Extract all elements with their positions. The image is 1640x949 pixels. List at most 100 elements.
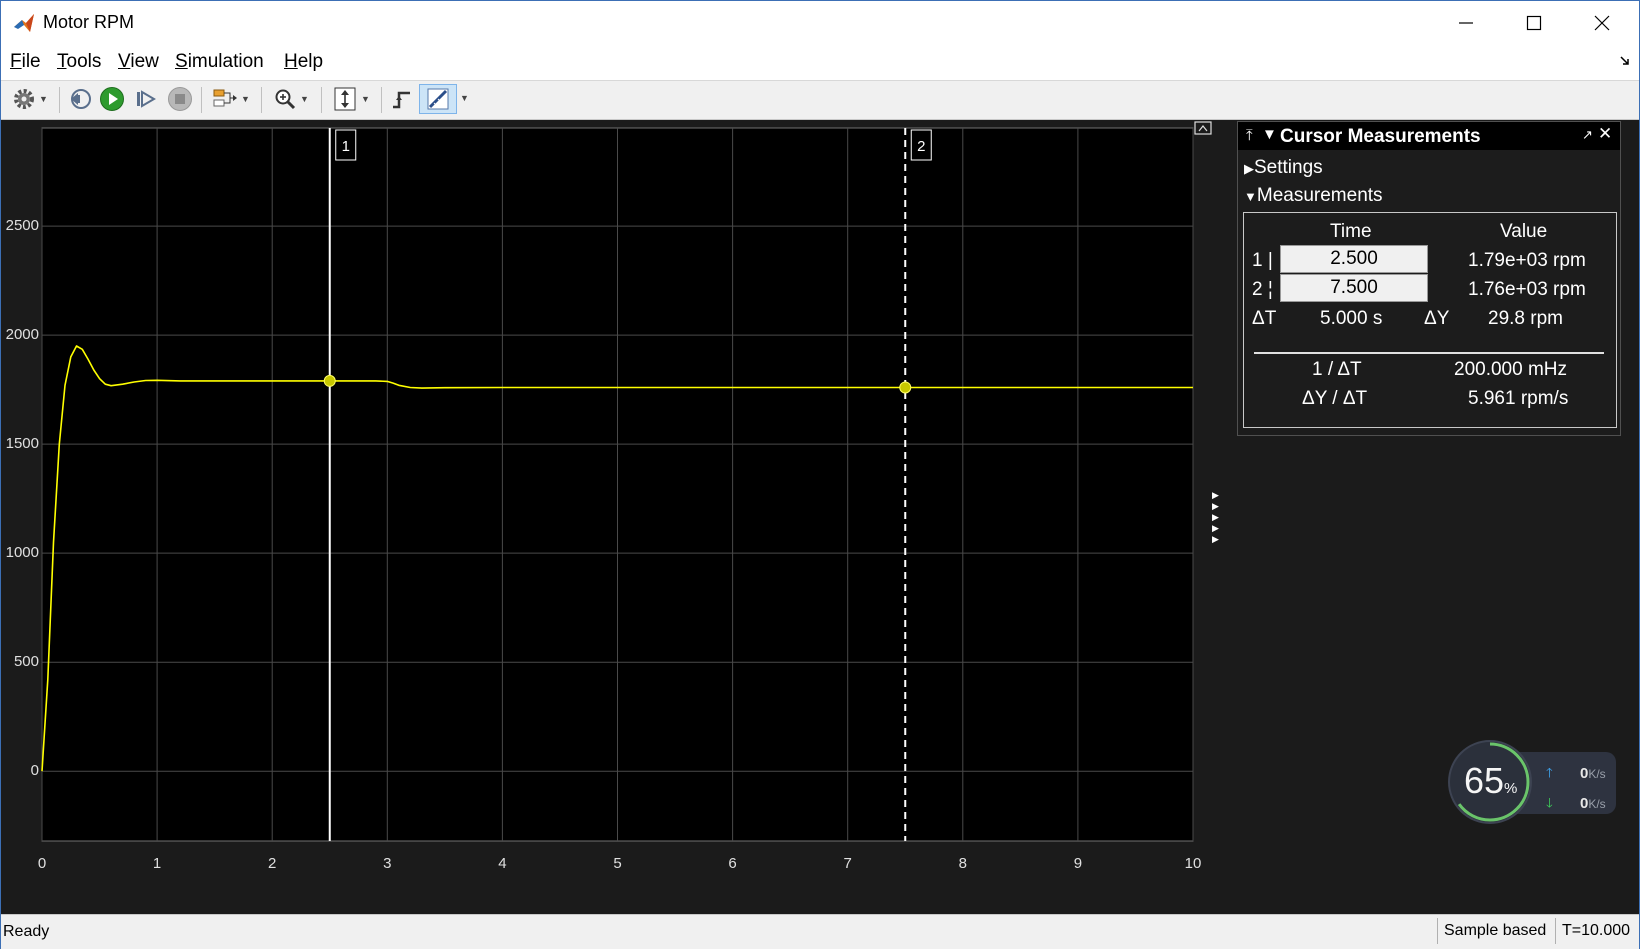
delta-t-label: ΔT bbox=[1252, 308, 1277, 329]
y-tick-label: 0 bbox=[30, 762, 39, 780]
y-tick-label: 2000 bbox=[5, 326, 39, 344]
dropdown-arrow-icon: ▼ bbox=[300, 94, 309, 104]
zoom-button[interactable]: ▼ bbox=[267, 84, 315, 114]
plot-expand-icon bbox=[1194, 121, 1212, 135]
panel-collapse-handle[interactable]: ▶ ▶ ▶ ▶ ▶ bbox=[1212, 490, 1219, 545]
cursor1-time-field[interactable]: 2.500 bbox=[1280, 245, 1428, 273]
network-speed-widget[interactable]: 65% 🡑 0K/s 🡓 0K/s bbox=[1448, 740, 1618, 826]
slope-value: 5.961 rpm/s bbox=[1468, 388, 1569, 409]
stop-button[interactable] bbox=[165, 84, 195, 114]
cursor2-value: 1.76e+03 rpm bbox=[1468, 279, 1586, 300]
undock-icon[interactable]: ↗ bbox=[1582, 127, 1593, 143]
expand-arrow-icon: ▶ bbox=[1244, 161, 1254, 176]
status-text: Ready bbox=[3, 923, 50, 940]
download-speed: 0K/s bbox=[1580, 795, 1606, 812]
settings-section[interactable]: ▶Settings bbox=[1244, 157, 1323, 179]
settings-button[interactable]: ▼ bbox=[7, 84, 53, 114]
step-forward-icon bbox=[137, 90, 156, 108]
collapse-arrow-icon: ▼ bbox=[1244, 189, 1257, 204]
step-forward-button[interactable] bbox=[131, 84, 161, 114]
scope-window: Motor RPM File Tools View Simulation Hel… bbox=[0, 0, 1640, 949]
x-tick-label: 5 bbox=[613, 855, 622, 872]
menu-simulation[interactable]: Simulation bbox=[175, 51, 264, 73]
autoscale-icon bbox=[334, 87, 356, 111]
delta-t-value: 5.000 s bbox=[1320, 308, 1383, 329]
col-time-header: Time bbox=[1330, 221, 1372, 242]
maximize-button[interactable] bbox=[1505, 1, 1563, 45]
dropdown-arrow-icon: ▼ bbox=[361, 94, 370, 104]
y-tick-label: 500 bbox=[13, 653, 39, 671]
cursor1-value: 1.79e+03 rpm bbox=[1468, 250, 1586, 271]
x-tick-label: 7 bbox=[843, 855, 852, 872]
close-icon[interactable]: ✕ bbox=[1598, 124, 1612, 144]
toolbar-separator bbox=[321, 87, 322, 113]
x-tick-label: 3 bbox=[383, 855, 392, 872]
maximize-icon bbox=[1526, 15, 1542, 31]
x-tick-label: 6 bbox=[728, 855, 737, 872]
menu-help[interactable]: Help bbox=[284, 51, 323, 73]
collapse-arrow-icon[interactable]: ▼ bbox=[1262, 126, 1277, 143]
measurements-section[interactable]: ▼Measurements bbox=[1244, 185, 1383, 207]
minimize-button[interactable] bbox=[1437, 1, 1495, 45]
cursor-measurements-button[interactable] bbox=[419, 84, 457, 114]
dropdown-arrow-icon[interactable]: ▼ bbox=[460, 93, 469, 103]
cursor2-label: 2 ¦ bbox=[1252, 279, 1273, 300]
undock-arrow-icon[interactable] bbox=[1619, 55, 1631, 67]
signal-selection-button[interactable]: ▼ bbox=[207, 84, 255, 114]
x-tick-label: 2 bbox=[268, 855, 277, 872]
menu-bar: File Tools View Simulation Help bbox=[1, 46, 1639, 79]
minimize-icon bbox=[1459, 22, 1473, 24]
x-tick-label: 8 bbox=[958, 855, 967, 872]
plot-expand-icon-arrow bbox=[1198, 125, 1208, 132]
cursor1-label: 1 | bbox=[1252, 250, 1273, 271]
measurements-table: Time Value 1 | 2.500 1.79e+03 rpm 2 ¦ 7.… bbox=[1243, 212, 1617, 428]
upload-arrow-icon: 🡑 bbox=[1546, 765, 1553, 780]
measurements-divider bbox=[1254, 352, 1604, 354]
play-icon bbox=[100, 87, 124, 111]
cursor-1-label: 1 bbox=[342, 138, 350, 155]
triggers-button[interactable] bbox=[387, 84, 417, 114]
dropdown-arrow-icon: ▼ bbox=[241, 94, 250, 104]
run-button[interactable] bbox=[97, 84, 127, 114]
x-tick-label: 1 bbox=[152, 855, 162, 872]
gear-icon bbox=[14, 89, 35, 109]
panel-header: ⤒ ▼ Cursor Measurements ↗ ✕ bbox=[1238, 122, 1620, 150]
slope-label: ΔY / ΔT bbox=[1302, 388, 1368, 409]
col-value-header: Value bbox=[1500, 221, 1548, 242]
toolbar-separator bbox=[261, 87, 262, 113]
menu-tools[interactable]: Tools bbox=[57, 51, 101, 73]
cursor2-time-field[interactable]: 7.500 bbox=[1280, 274, 1428, 302]
x-tick-label: 4 bbox=[498, 855, 507, 872]
step-back-icon bbox=[71, 89, 91, 109]
scope-display: 12 0 500 1000 1500 2000 2500 0 1 2 3 4 5 6 7 8 9 10 ▶ ▶ ▶… bbox=[1, 120, 1639, 914]
upload-speed: 0K/s bbox=[1580, 765, 1606, 782]
title-bar: Motor RPM bbox=[1, 1, 1639, 45]
x-tick-label: 10 bbox=[1184, 855, 1202, 872]
ruler-icon bbox=[427, 88, 449, 110]
cursor-1-marker bbox=[323, 374, 336, 387]
close-button[interactable] bbox=[1573, 1, 1631, 45]
inverse-delta-t-label: 1 / ΔT bbox=[1312, 359, 1362, 380]
matlab-logo-icon bbox=[14, 14, 34, 32]
pin-icon[interactable]: ⤒ bbox=[1246, 127, 1253, 144]
toolbar: ▼ ▼ ▼ ▼ ▼ bbox=[1, 80, 1639, 120]
trigger-icon bbox=[393, 91, 410, 109]
step-back-button[interactable] bbox=[65, 84, 95, 114]
y-tick-label: 1500 bbox=[5, 435, 39, 453]
x-tick-label: 0 bbox=[37, 855, 47, 872]
toolbar-separator bbox=[201, 87, 202, 113]
cursor-2-label: 2 bbox=[917, 138, 925, 155]
inverse-delta-t-value: 200.000 mHz bbox=[1454, 359, 1568, 380]
status-bar: Ready Sample based T=10.000 bbox=[1, 914, 1639, 949]
autoscale-button[interactable]: ▼ bbox=[327, 84, 375, 114]
memory-percent: 65% bbox=[1464, 760, 1518, 801]
zoom-in-icon bbox=[275, 89, 296, 110]
window-title: Motor RPM bbox=[43, 12, 135, 32]
menu-file[interactable]: File bbox=[10, 51, 41, 73]
signal-selection-icon bbox=[213, 89, 238, 107]
cursor-measurements-panel: ⤒ ▼ Cursor Measurements ↗ ✕ ▶Settings ▼M… bbox=[1237, 121, 1621, 436]
menu-view[interactable]: View bbox=[118, 51, 159, 73]
y-tick-label: 1000 bbox=[5, 544, 39, 562]
simulation-time: T=10.000 bbox=[1555, 918, 1636, 944]
x-tick-label: 9 bbox=[1073, 855, 1083, 872]
